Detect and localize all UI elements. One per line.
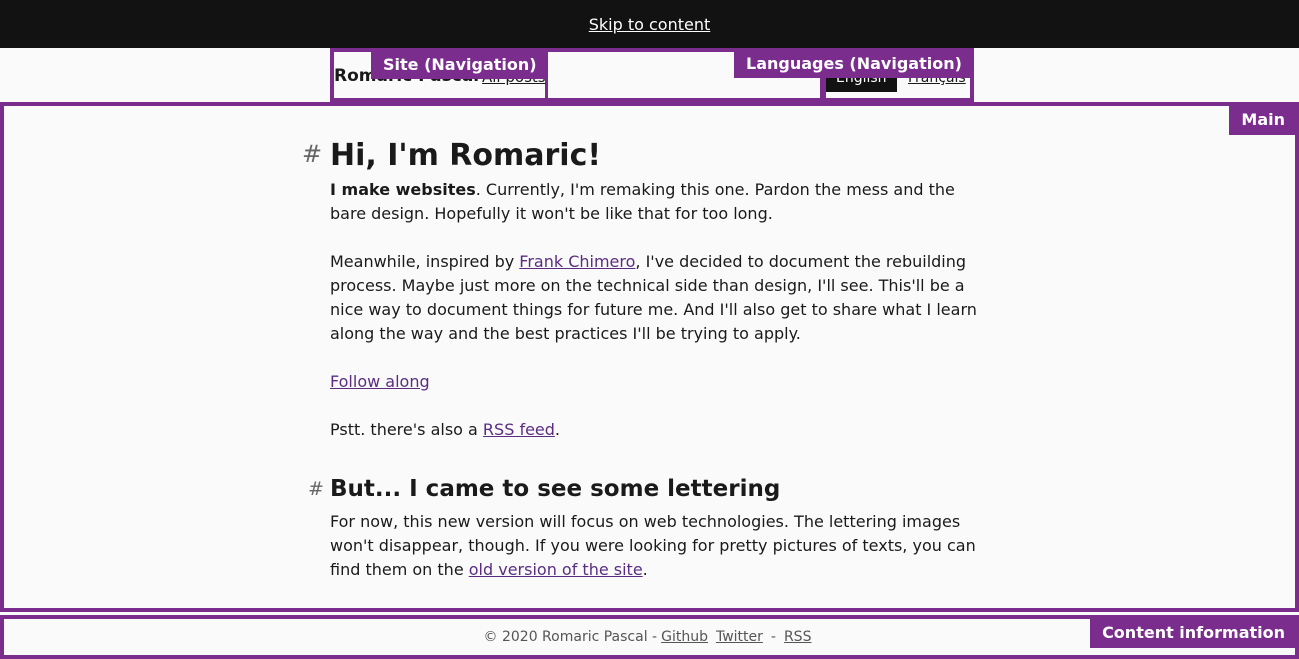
rss-paragraph: Pstt. there's also a RSS feed. — [330, 418, 980, 442]
heading-anchor-link[interactable]: # — [302, 140, 322, 168]
rss-feed-link[interactable]: RSS feed — [483, 420, 555, 439]
twitter-link[interactable]: Twitter — [716, 629, 763, 645]
page-title: Hi, I'm Romaric! — [330, 138, 602, 173]
github-link[interactable]: Github — [661, 629, 708, 645]
rss-text-before: Pstt. there's also a — [330, 420, 483, 439]
footer-separator: - — [770, 629, 776, 645]
content-information-landmark-label: Content information — [1090, 619, 1295, 648]
footer-content-information: © 2020 Romaric Pascal - Github Twitter -… — [0, 615, 1299, 659]
intro-paragraph: I make websites. Currently, I'm remaking… — [330, 178, 980, 226]
languages-navigation-landmark-label: Languages (Navigation) — [734, 50, 974, 78]
skip-to-content-link[interactable]: Skip to content — [589, 15, 711, 34]
heading-2-anchor-link[interactable]: # — [308, 478, 324, 500]
rss-text-after: . — [554, 420, 561, 439]
copyright-text: © 2020 Romaric Pascal - — [483, 629, 658, 645]
frank-chimero-link[interactable]: Frank Chimero — [519, 252, 635, 271]
follow-paragraph: Follow along — [330, 370, 980, 394]
intro-strong: I make websites — [330, 180, 476, 199]
old-version-link[interactable]: old version of the site — [469, 560, 643, 579]
main-landmark-label: Main — [1229, 106, 1295, 135]
site-navigation-landmark-label: Site (Navigation) — [371, 52, 547, 79]
lettering-paragraph: For now, this new version will focus on … — [330, 510, 980, 582]
skip-bar: Skip to content — [0, 0, 1299, 48]
lettering-text-after: . — [642, 560, 648, 579]
inspiration-text-before: Meanwhile, inspired by — [330, 252, 520, 271]
follow-along-link[interactable]: Follow along — [330, 372, 430, 391]
rss-link[interactable]: RSS — [784, 629, 812, 645]
main-content: Main # Hi, I'm Romaric! I make websites.… — [0, 102, 1299, 612]
inspiration-paragraph: Meanwhile, inspired by Frank Chimero, I'… — [330, 250, 980, 346]
lettering-text-before: For now, this new version will focus on … — [330, 512, 976, 579]
section-heading-lettering: But... I came to see some lettering — [330, 476, 781, 502]
site-navigation: Romaric Pascal All posts Site (Navigatio… — [330, 48, 549, 102]
